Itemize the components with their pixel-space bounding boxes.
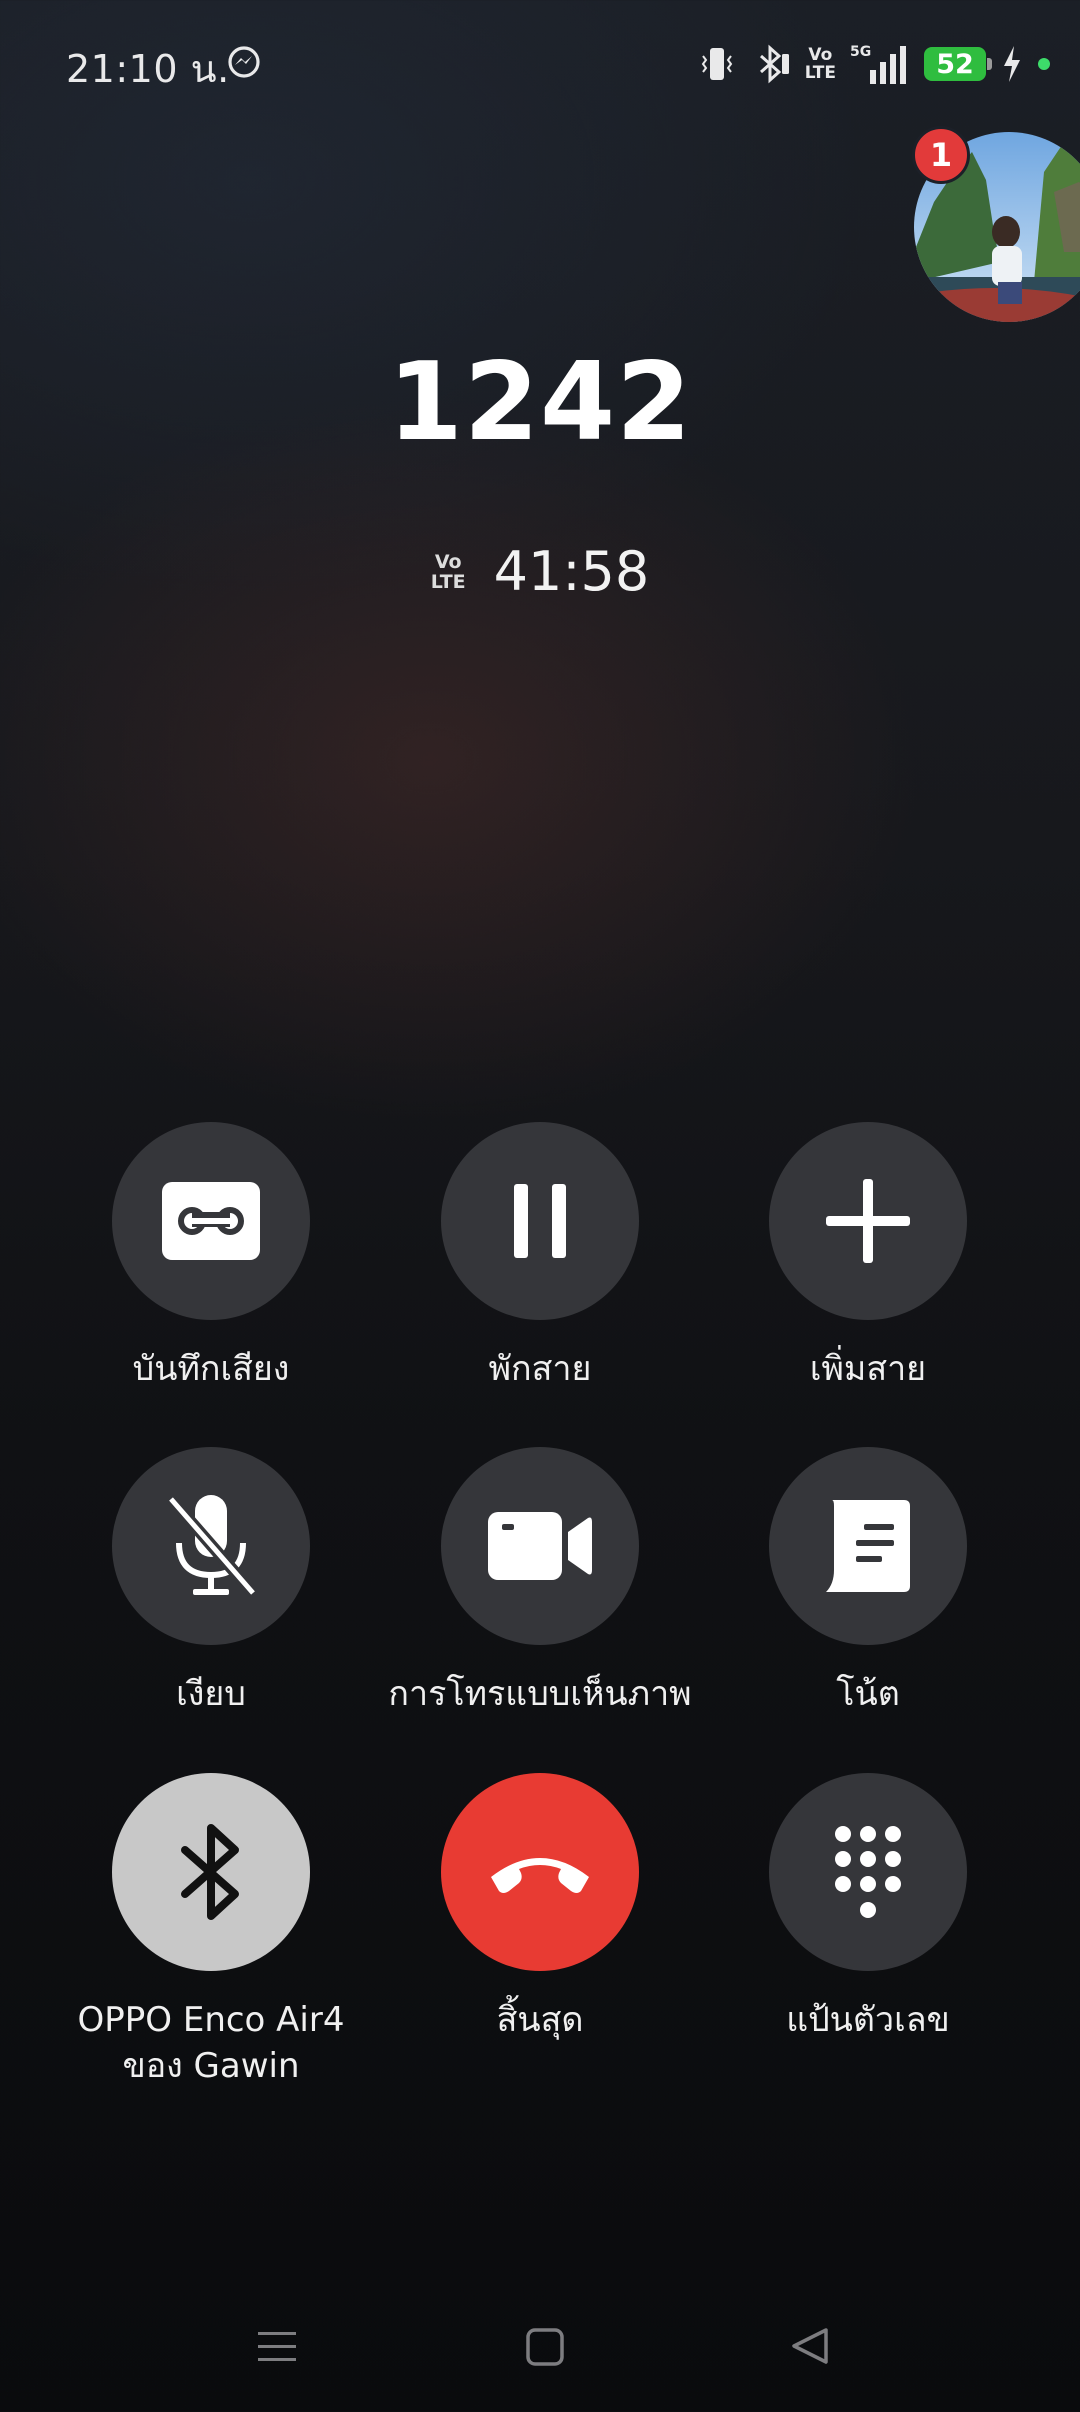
cassette-icon [162,1182,260,1260]
end-call-button[interactable]: สิ้นสุด [380,1773,700,2043]
plus-icon [826,1179,910,1263]
pause-icon [514,1184,566,1258]
video-call-button[interactable]: การโทรแบบเห็นภาพ [380,1447,700,1717]
privacy-indicator [1038,58,1050,70]
back-icon[interactable] [790,2326,830,2366]
bluetooth-audio-button[interactable]: OPPO Enco Air4 ของ Gawin [51,1773,371,2089]
call-info-row: Vo LTE 41:58 [0,540,1080,603]
battery-icon: 52 [924,47,992,81]
mute-label: เงียบ [176,1674,246,1714]
video-call-label: การโทรแบบเห็นภาพ [388,1674,692,1714]
hang-up-icon [491,1858,589,1893]
status-icons: Vo LTE 5G 52 [697,36,1050,92]
mute-button[interactable]: เงียบ [51,1447,371,1717]
add-call-button[interactable]: เพิ่มสาย [708,1122,1028,1392]
dialpad-icon [835,1826,901,1918]
end-call-label: สิ้นสุด [496,2000,584,2040]
note-icon [826,1500,910,1592]
add-call-label: เพิ่มสาย [809,1349,927,1389]
bluetooth-icon [759,44,789,84]
notification-badge: 1 [912,126,970,184]
messenger-icon [228,46,260,78]
charging-icon [1004,46,1020,82]
note-label: โน้ต [836,1674,900,1714]
home-icon[interactable] [526,2328,564,2366]
volte-icon: Vo LTE [430,550,466,593]
note-button[interactable]: โน้ต [708,1447,1028,1717]
svg-text:5G: 5G [850,44,871,60]
vibrate-icon [701,48,733,80]
keypad-label: แป้นตัวเลข [786,2000,950,2040]
record-button[interactable]: บันทึกเสียง [51,1122,371,1392]
hold-label: พักสาย [488,1349,592,1389]
signal-5g-icon: 5G [850,44,906,84]
video-camera-icon [488,1512,592,1580]
status-time: 21:10 น. [66,47,230,91]
caller-number: 1242 [387,340,693,465]
keypad-button[interactable]: แป้นตัวเลข [708,1773,1028,2043]
mic-off-icon [166,1495,258,1597]
chat-head-bubble[interactable]: 1 [912,126,1080,322]
recents-icon[interactable] [258,2328,296,2366]
call-duration: 41:58 [493,540,650,603]
hold-button[interactable]: พักสาย [380,1122,700,1392]
bluetooth-icon [181,1824,239,1920]
record-label: บันทึกเสียง [132,1349,290,1389]
navigation-bar [0,2300,1080,2390]
bluetooth-device-label: OPPO Enco Air4 ของ Gawin [77,2000,345,2086]
status-bar: 21:10 น. Vo LTE 5G 52 [0,0,1080,128]
volte-icon: Vo LTE [804,45,836,83]
